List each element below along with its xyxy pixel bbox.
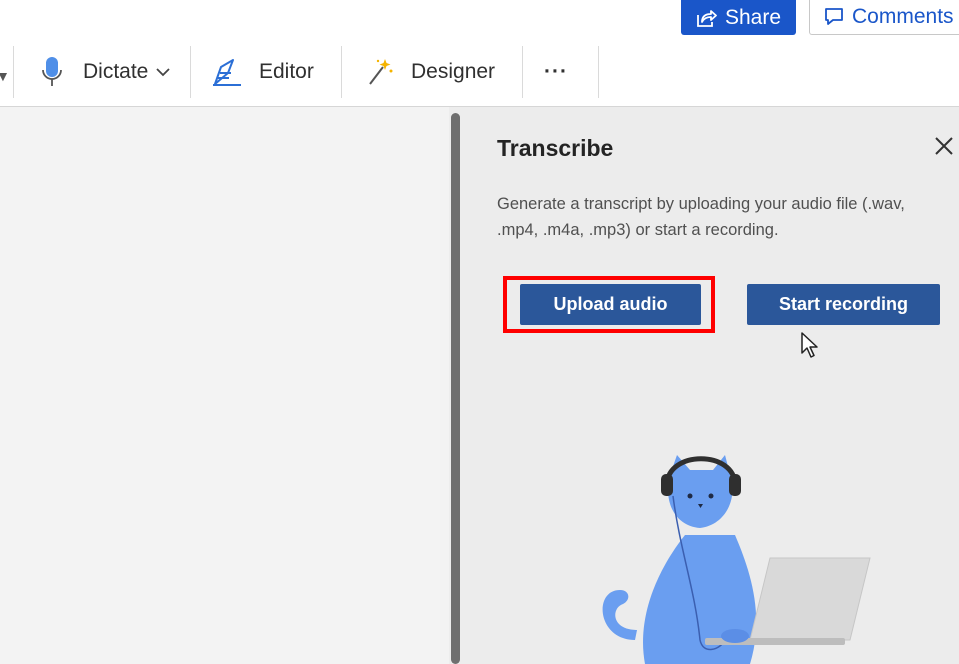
scrollbar-thumb[interactable] [451,113,460,664]
dictate-button[interactable]: Dictate [40,38,170,106]
ribbon-separator [341,46,342,98]
chevron-down-icon[interactable] [156,67,170,77]
more-icon: ··· [544,60,568,83]
ribbon-separator [598,46,599,98]
close-icon[interactable] [931,133,957,159]
top-bar: Share Comments [0,0,959,38]
mouse-cursor-icon [801,332,818,358]
document-canvas[interactable] [0,107,449,664]
dictate-label: Dictate [83,60,149,83]
comments-button[interactable]: Comments [809,0,959,35]
chevron-left-icon: ▼ [0,68,10,84]
start-recording-button[interactable]: Start recording [747,284,940,325]
editor-pen-icon [213,59,241,86]
pane-title: Transcribe [497,135,614,161]
designer-button[interactable]: Designer [366,38,495,106]
ribbon-separator [522,46,523,98]
designer-label: Designer [411,60,496,83]
share-button[interactable]: Share [681,0,796,35]
share-icon [697,9,717,27]
ribbon-toolbar: ▼ Dictate Editor Designer ··· [0,38,959,107]
description-line: .mp4, .m4a, .mp3) or start a recording. [497,221,779,239]
designer-wand-icon [369,59,393,85]
cat-headphones-illustration [602,455,871,664]
microphone-icon [42,57,62,86]
comments-label: Comments [852,5,954,28]
editor-button[interactable]: Editor [211,38,314,106]
description-line: Generate a transcript by uploading your … [497,195,905,213]
upload-audio-button[interactable]: Upload audio [520,284,701,325]
editor-label: Editor [259,60,314,83]
ribbon-separator [13,46,14,98]
comment-icon [825,8,843,25]
share-label: Share [725,5,782,29]
ribbon-separator [190,46,191,98]
more-options-button[interactable]: ··· [544,38,568,106]
pane-description: Generate a transcript by uploading your … [497,191,959,243]
